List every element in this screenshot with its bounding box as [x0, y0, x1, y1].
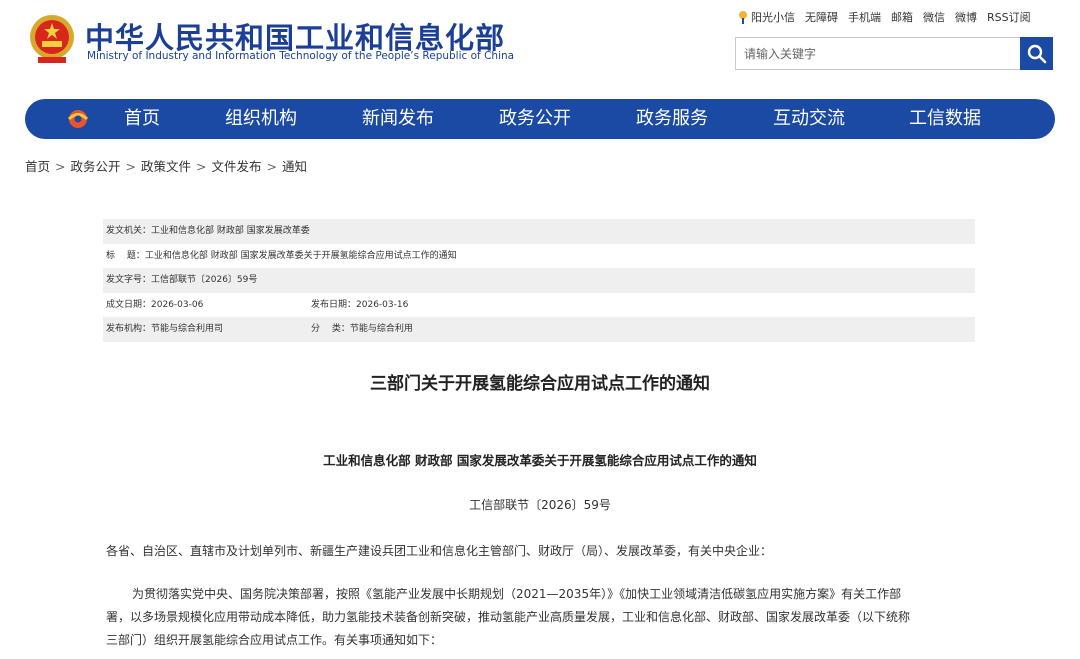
meta-label: 发文机关： [106, 226, 152, 236]
breadcrumb-document-release[interactable]: 文件发布 [212, 159, 262, 174]
site-header: 中华人民共和国工业和信息化部 Ministry of Industry and … [0, 0, 1080, 96]
meta-row-dates: 成文日期：2026-03-06 发布日期：2026-03-16 [103, 293, 975, 318]
site-subtitle: Ministry of Industry and Information Tec… [87, 50, 515, 62]
top-link-mail[interactable]: 邮箱 [891, 9, 913, 25]
top-link-mobile[interactable]: 手机端 [848, 9, 881, 25]
paragraph-line: 署，以多场景规模化应用带动成本降低，助力氢能技术装备创新突破，推动氢能产业高质量… [106, 610, 911, 624]
sun-icon [739, 11, 747, 24]
meta-value: 2026-03-06 [151, 299, 204, 310]
meta-label: 分 类： [311, 324, 350, 334]
meta-value: 工业和信息化部 财政部 国家发展改革委关于开展氢能综合应用试点工作的通知 [144, 250, 457, 261]
meta-value: 节能与综合利用 [349, 324, 413, 334]
top-link-sunshine[interactable]: 阳光小信 [737, 9, 795, 25]
article-paragraph: 为贯彻落实党中央、国务院决策部署，按照《氢能产业发展中长期规划（2021—203… [106, 583, 986, 652]
article-addressee: 各省、自治区、直辖市及计划单列市、新疆生产建设兵团工业和信息化主管部门、财政厅（… [106, 544, 773, 558]
top-link-label: 阳光小信 [751, 11, 795, 24]
meta-row-org: 发布机构：节能与综合利用司 分 类：节能与综合利用 [103, 317, 975, 342]
breadcrumb-home[interactable]: 首页 [25, 159, 50, 174]
meta-value: 工业和信息化部 财政部 国家发展改革委 [151, 226, 310, 236]
article-subtitle: 工业和信息化部 财政部 国家发展改革委关于开展氢能综合应用试点工作的通知 [323, 453, 757, 468]
top-link-rss[interactable]: RSS订阅 [987, 9, 1031, 25]
meta-value: 工信部联节〔2026〕59号 [151, 275, 258, 285]
nav-item-organization[interactable]: 组织机构 [225, 99, 297, 139]
meta-value: 节能与综合利用司 [151, 324, 224, 334]
top-links: 阳光小信 无障碍 手机端 邮箱 微信 微博 RSS订阅 [737, 9, 1031, 25]
breadcrumb-notice[interactable]: 通知 [282, 159, 307, 174]
meta-label: 发布机构： [106, 324, 152, 334]
breadcrumb-separator: > [266, 159, 277, 174]
breadcrumb-separator: > [55, 159, 66, 174]
breadcrumb: 首页 > 政务公开 > 政策文件 > 文件发布 > 通知 [25, 156, 307, 175]
document-meta-table: 发文机关：工业和信息化部 财政部 国家发展改革委 标 题：工业和信息化部 财政部… [103, 219, 975, 342]
search-box [735, 37, 1053, 70]
breadcrumb-separator: > [125, 159, 136, 174]
top-link-accessibility[interactable]: 无障碍 [805, 9, 838, 25]
search-input[interactable] [736, 38, 1018, 69]
nav-item-interaction[interactable]: 互动交流 [773, 99, 845, 139]
article-title: 三部门关于开展氢能综合应用试点工作的通知 [370, 374, 710, 394]
meta-value: 2026-03-16 [356, 299, 409, 310]
nav-item-news[interactable]: 新闻发布 [362, 99, 434, 139]
nav-item-home[interactable]: 首页 [124, 99, 160, 139]
meta-row-title: 标 题：工业和信息化部 财政部 国家发展改革委关于开展氢能综合应用试点工作的通知 [103, 244, 975, 269]
paragraph-line: 三部门）组织开展氢能综合应用试点工作。有关事项通知如下： [106, 633, 443, 647]
meta-row-docno: 发文字号：工信部联节〔2026〕59号 [103, 268, 975, 293]
breadcrumb-government-affairs[interactable]: 政务公开 [71, 159, 121, 174]
main-nav: 首页 组织机构 新闻发布 政务公开 政务服务 互动交流 工信数据 [25, 99, 1055, 139]
search-icon [1027, 44, 1046, 63]
meta-row-issuer: 发文机关：工业和信息化部 财政部 国家发展改革委 [103, 219, 975, 244]
meta-label: 成文日期： [106, 299, 152, 310]
nav-item-data[interactable]: 工信数据 [909, 99, 981, 139]
breadcrumb-separator: > [196, 159, 207, 174]
nav-item-services[interactable]: 政务服务 [636, 99, 708, 139]
paragraph-line: 为贯彻落实党中央、国务院决策部署，按照《氢能产业发展中长期规划（2021—203… [132, 587, 902, 601]
meta-label: 发文字号： [106, 275, 152, 285]
search-button[interactable] [1020, 37, 1053, 70]
top-link-weibo[interactable]: 微博 [955, 9, 977, 25]
nav-item-government-affairs[interactable]: 政务公开 [499, 99, 571, 139]
meta-label: 标 题： [106, 250, 145, 261]
top-link-wechat[interactable]: 微信 [923, 9, 945, 25]
national-emblem-icon[interactable] [27, 13, 77, 65]
meta-label: 发布日期： [311, 299, 357, 310]
breadcrumb-policy-documents[interactable]: 政策文件 [141, 159, 191, 174]
ministry-logo-icon[interactable] [66, 108, 90, 130]
article-doc-number: 工信部联节〔2026〕59号 [469, 498, 611, 512]
